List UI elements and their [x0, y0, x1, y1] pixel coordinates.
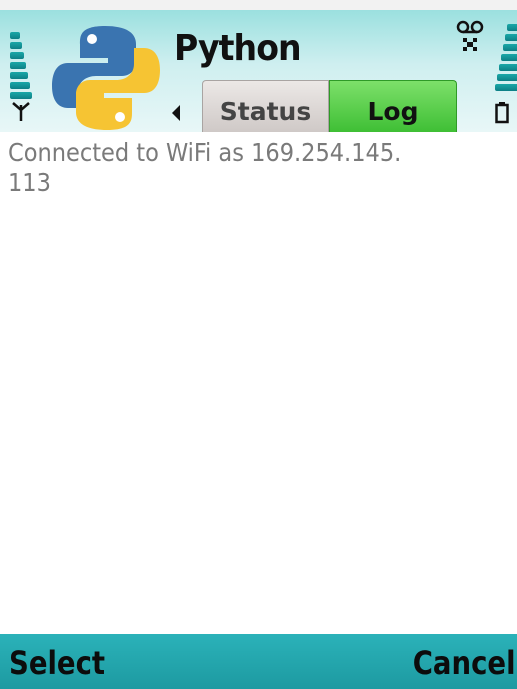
tab-log-label: Log [367, 97, 419, 126]
tab-status[interactable]: Status [202, 80, 329, 132]
battery-level-icon [495, 24, 517, 100]
softkey-bar: Select Cancel [0, 634, 517, 689]
tab-status-label: Status [219, 97, 312, 126]
antenna-icon [12, 102, 30, 121]
log-text: Connected to WiFi as 169.254.145. 113 [8, 138, 402, 197]
tab-left-arrow-icon[interactable] [170, 102, 184, 124]
signal-strength-icon [10, 32, 36, 99]
voicemail-indicator-icon [456, 20, 484, 51]
app-title: Python [174, 28, 302, 69]
cancel-softkey[interactable]: Cancel [412, 644, 515, 682]
battery-icon [495, 102, 509, 124]
tab-log[interactable]: Log [329, 80, 457, 132]
log-output: Connected to WiFi as 169.254.145. 113 [8, 138, 508, 198]
top-strip [0, 0, 517, 10]
select-softkey[interactable]: Select [9, 644, 105, 682]
python-logo-icon [52, 26, 160, 130]
